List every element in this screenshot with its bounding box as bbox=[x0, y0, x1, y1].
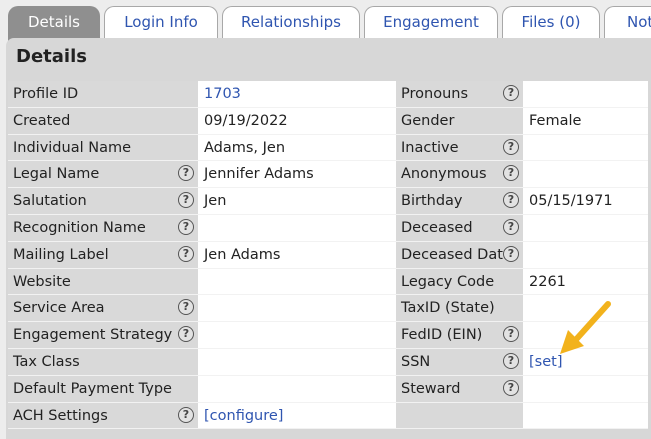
field-label: Default Payment Type bbox=[8, 375, 198, 403]
field-label: FedID (EIN)? bbox=[396, 322, 523, 349]
tab-relationships[interactable]: Relationships bbox=[222, 6, 360, 38]
field-label: Service Area? bbox=[8, 295, 198, 323]
tab-files[interactable]: Files (0) bbox=[502, 6, 600, 38]
help-icon[interactable]: ? bbox=[178, 218, 194, 235]
salutation-value: Jen bbox=[198, 188, 396, 215]
field-label: Website bbox=[8, 268, 198, 296]
field-label: Steward? bbox=[396, 375, 523, 403]
field-label: Anonymous? bbox=[396, 161, 523, 189]
field-label: Recognition Name? bbox=[8, 214, 198, 242]
help-icon[interactable]: ? bbox=[503, 218, 519, 235]
annotation-arrow-icon bbox=[560, 301, 611, 354]
website-value bbox=[198, 268, 396, 296]
field-label: Legacy Code bbox=[396, 268, 523, 296]
field-label: Engagement Strategy? bbox=[8, 322, 198, 349]
anonymous-value bbox=[523, 161, 648, 189]
individual-name-value: Adams, Jen bbox=[198, 134, 396, 162]
field-label: Profile ID bbox=[8, 81, 198, 108]
tax-class-value bbox=[198, 348, 396, 376]
empty-value bbox=[523, 402, 648, 430]
help-icon[interactable]: ? bbox=[503, 352, 519, 369]
profile-id-value: 1703 bbox=[198, 81, 396, 108]
gender-value: Female bbox=[523, 107, 648, 135]
help-icon[interactable]: ? bbox=[503, 379, 519, 396]
inactive-value bbox=[523, 134, 648, 162]
tab-notes[interactable]: Not bbox=[604, 6, 651, 38]
help-icon[interactable]: ? bbox=[178, 192, 194, 209]
field-label: Deceased? bbox=[396, 214, 523, 242]
field-label bbox=[396, 402, 523, 430]
field-label: Tax Class bbox=[8, 348, 198, 376]
help-icon[interactable]: ? bbox=[503, 85, 519, 101]
field-label: Deceased Date? bbox=[396, 241, 523, 269]
tab-login-info[interactable]: Login Info bbox=[104, 6, 218, 38]
help-icon[interactable]: ? bbox=[178, 245, 194, 262]
field-label: Gender bbox=[396, 107, 523, 135]
tab-details[interactable]: Details bbox=[8, 6, 100, 41]
field-label: Inactive? bbox=[396, 134, 523, 162]
deceased-date-value bbox=[523, 241, 648, 269]
help-icon[interactable]: ? bbox=[503, 165, 519, 182]
field-label: Birthday? bbox=[396, 188, 523, 215]
field-label: Legal Name? bbox=[8, 161, 198, 189]
help-icon[interactable]: ? bbox=[503, 326, 519, 343]
tab-engagement[interactable]: Engagement bbox=[364, 6, 498, 38]
field-label: Mailing Label? bbox=[8, 241, 198, 269]
service-area-value bbox=[198, 295, 396, 323]
created-value: 09/19/2022 bbox=[198, 107, 396, 135]
ach-configure-link[interactable]: [configure] bbox=[198, 402, 396, 430]
recognition-name-value bbox=[198, 214, 396, 242]
pronouns-value bbox=[523, 81, 648, 108]
deceased-value bbox=[523, 214, 648, 242]
panel-title: Details bbox=[16, 46, 87, 67]
field-label: SSN? bbox=[396, 348, 523, 376]
field-label: Pronouns? bbox=[396, 81, 523, 108]
field-label: Individual Name bbox=[8, 134, 198, 162]
help-icon[interactable]: ? bbox=[503, 192, 519, 209]
mailing-label-value: Jen Adams bbox=[198, 241, 396, 269]
help-icon[interactable]: ? bbox=[503, 245, 519, 262]
birthday-value: 05/15/1971 bbox=[523, 188, 648, 215]
steward-value bbox=[523, 375, 648, 403]
field-label: Salutation? bbox=[8, 188, 198, 215]
legal-name-value: Jennifer Adams bbox=[198, 161, 396, 189]
field-label: TaxID (State) bbox=[396, 295, 523, 323]
field-label: Created bbox=[8, 107, 198, 135]
engagement-strategy-value bbox=[198, 322, 396, 349]
help-icon[interactable]: ? bbox=[178, 299, 194, 316]
help-icon[interactable]: ? bbox=[178, 326, 194, 343]
legacy-code-value: 2261 bbox=[523, 268, 648, 296]
default-payment-type-value bbox=[198, 375, 396, 403]
help-icon[interactable]: ? bbox=[503, 138, 519, 155]
details-grid: Profile ID 1703 Pronouns? Created 09/19/… bbox=[8, 81, 648, 430]
field-label: ACH Settings? bbox=[8, 402, 198, 430]
help-icon[interactable]: ? bbox=[178, 165, 194, 182]
help-icon[interactable]: ? bbox=[178, 406, 194, 423]
tab-bar: Details Login Info Relationships Engagem… bbox=[0, 0, 651, 41]
